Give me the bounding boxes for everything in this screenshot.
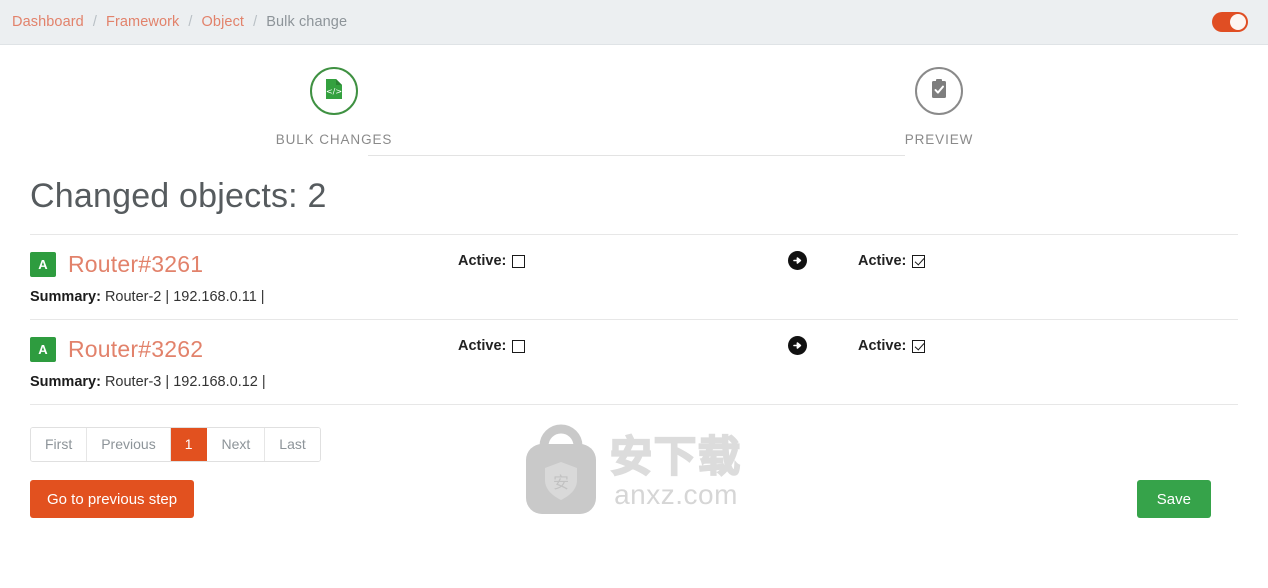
pagination-page-1[interactable]: 1 <box>170 428 208 461</box>
object-link[interactable]: Router#3262 <box>68 336 203 363</box>
breadcrumb-separator: / <box>92 14 97 30</box>
row-summary: Summary: Router-3 | 192.168.0.12 | <box>30 374 1238 390</box>
top-bar: Dashboard / Framework / Object / Bulk ch… <box>0 0 1268 45</box>
new-value-label: Active: <box>858 338 907 354</box>
arrow-circle-right-icon <box>788 251 807 270</box>
watermark-cn-text: 安下载 <box>609 432 743 481</box>
old-active-checkbox[interactable] <box>512 254 526 268</box>
new-value-cell: Active: <box>858 253 926 269</box>
summary-value: Router-2 | 192.168.0.11 | <box>104 289 265 305</box>
breadcrumb-item-current: Bulk change <box>266 14 348 30</box>
pagination-next[interactable]: Next <box>207 428 266 461</box>
breadcrumb-separator: / <box>253 14 258 30</box>
pagination-previous[interactable]: Previous <box>87 428 171 461</box>
change-arrow <box>788 336 807 355</box>
breadcrumb: Dashboard / Framework / Object / Bulk ch… <box>12 14 347 30</box>
stepper-label-preview: PREVIEW <box>904 132 974 147</box>
breadcrumb-item-object[interactable]: Object <box>202 14 245 30</box>
page-title: Changed objects: 2 <box>30 177 327 215</box>
table-row: A Router#3262 Active: Active: Summary: R <box>30 320 1238 404</box>
old-value-label: Active: <box>458 253 507 269</box>
old-value-cell: Active: <box>458 253 526 269</box>
stepper-circle-preview[interactable] <box>915 67 963 115</box>
table-row: A Router#3261 Active: Active: Summary: R <box>30 235 1238 319</box>
file-code-icon: </> <box>324 78 344 105</box>
old-active-checkbox[interactable] <box>512 339 526 353</box>
new-active-checkbox[interactable] <box>912 254 926 268</box>
divider <box>30 404 1238 405</box>
arrow-circle-right-icon <box>788 336 807 355</box>
save-button[interactable]: Save <box>1136 480 1211 518</box>
pagination-first[interactable]: First <box>31 428 88 461</box>
old-value-label: Active: <box>458 338 507 354</box>
breadcrumb-item-framework[interactable]: Framework <box>106 14 179 30</box>
new-value-cell: Active: <box>858 338 926 354</box>
go-to-previous-step-button[interactable]: Go to previous step <box>30 480 195 518</box>
stepper-circle-bulk-changes[interactable]: </> <box>310 67 358 115</box>
theme-toggle-wrap <box>1212 12 1248 32</box>
stepper-label-bulk-changes: BULK CHANGES <box>275 132 393 147</box>
summary-value: Router-3 | 192.168.0.12 | <box>104 374 266 390</box>
main-content: Changed objects: 2 A Router#3261 Active:… <box>0 177 1268 522</box>
summary-label: Summary: <box>30 289 101 305</box>
clipboard-check-icon <box>930 78 948 104</box>
stepper-step-bulk-changes[interactable]: </> BULK CHANGES <box>234 67 434 147</box>
stepper-step-preview[interactable]: PREVIEW <box>839 67 1039 147</box>
object-link[interactable]: Router#3261 <box>68 251 203 278</box>
change-arrow <box>788 251 807 270</box>
row-summary: Summary: Router-2 | 192.168.0.11 | <box>30 289 1238 305</box>
pagination-last[interactable]: Last <box>265 428 320 461</box>
status-badge: A <box>30 251 56 277</box>
summary-label: Summary: <box>30 374 101 390</box>
stepper-connector-line <box>368 155 905 156</box>
footer-actions: Go to previous step Save <box>30 480 1238 522</box>
new-value-label: Active: <box>858 253 907 269</box>
row-header: A Router#3261 Active: Active: <box>30 249 1238 279</box>
row-header: A Router#3262 Active: Active: <box>30 334 1238 364</box>
wizard-stepper: </> BULK CHANGES PREVIEW <box>0 45 1268 165</box>
new-active-checkbox[interactable] <box>912 339 926 353</box>
old-value-cell: Active: <box>458 338 526 354</box>
status-badge: A <box>30 336 56 362</box>
theme-toggle[interactable] <box>1212 12 1248 32</box>
breadcrumb-separator: / <box>188 14 193 30</box>
toggle-knob <box>1230 14 1246 30</box>
pagination: First Previous 1 Next Last <box>30 427 321 462</box>
svg-text:</>: </> <box>326 87 342 96</box>
breadcrumb-item-dashboard[interactable]: Dashboard <box>12 14 84 30</box>
